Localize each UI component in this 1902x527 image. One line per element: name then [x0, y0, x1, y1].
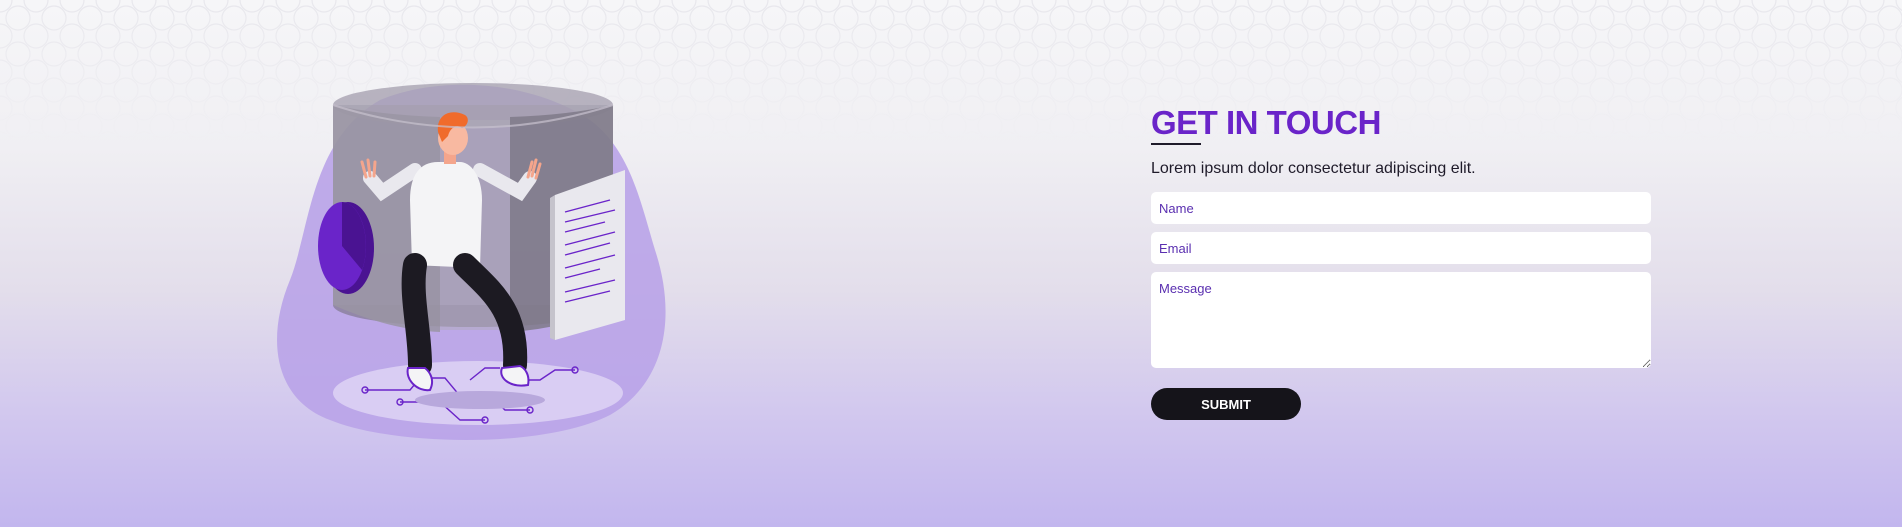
message-field[interactable]: [1151, 272, 1651, 368]
person-with-data-cylinder-illustration: [277, 83, 666, 441]
document-panel: [550, 170, 625, 340]
page-title: GET IN TOUCH: [1151, 104, 1381, 141]
email-field[interactable]: [1151, 232, 1651, 264]
name-field[interactable]: [1151, 192, 1651, 224]
title-underline: [1151, 143, 1201, 145]
contact-form: SUBMIT: [1151, 192, 1651, 420]
submit-button[interactable]: SUBMIT: [1151, 388, 1301, 420]
subtitle: Lorem ipsum dolor consectetur adipiscing…: [1151, 160, 1476, 177]
contact-form-section: GET IN TOUCH Lorem ipsum dolor consectet…: [1151, 100, 1651, 420]
